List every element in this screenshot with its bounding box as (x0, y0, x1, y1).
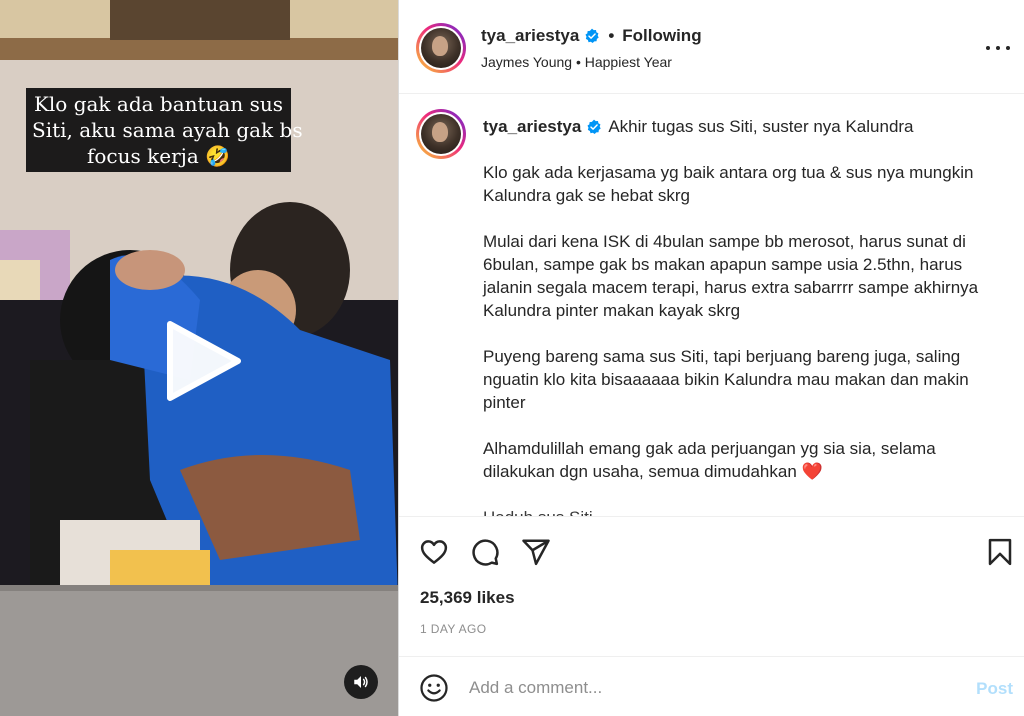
heart-emoji: ❤️ (801, 462, 823, 481)
post-media[interactable]: Klo gak ada bantuan sus Siti, aku sama a… (0, 0, 398, 716)
comment-input[interactable] (469, 673, 949, 703)
caption-username[interactable]: tya_ariestya (483, 117, 581, 137)
bookmark-icon[interactable] (985, 537, 1015, 567)
caption-body: Klo gak ada kerjasama yg baik antara org… (483, 161, 1003, 516)
post-details-panel: tya_ariestya • Following Jaymes Young • … (399, 0, 1024, 716)
speaker-icon[interactable] (344, 665, 378, 699)
overlay-caption-line: Klo gak ada bantuan sus (33, 92, 284, 116)
caption-and-comments[interactable]: tya_ariestya Akhir tugas sus Siti, suste… (399, 95, 1024, 516)
emoji-icon[interactable] (419, 673, 449, 703)
overlay-caption-line: focus kerja 🤣 (86, 144, 231, 168)
verified-badge-icon (585, 28, 599, 43)
post-header: tya_ariestya • Following Jaymes Young • … (399, 0, 1024, 94)
video-overlay-caption: Klo gak ada bantuan sus Siti, aku sama a… (26, 88, 303, 172)
caption-first-line: Akhir tugas sus Siti, suster nya Kalundr… (608, 117, 914, 136)
post-timestamp[interactable]: 1 DAY AGO (420, 622, 487, 636)
heart-icon[interactable] (419, 537, 449, 567)
caption-paragraph-text: Alhamdulillah emang gak ada perjuangan y… (483, 439, 936, 481)
post-actions: 25,369 likes 1 DAY AGO (399, 516, 1024, 656)
caption-paragraph: Mulai dari kena ISK di 4bulan sampe bb m… (483, 232, 979, 320)
more-options-icon[interactable] (986, 38, 1010, 58)
header-separator: • (608, 26, 615, 45)
play-icon[interactable] (158, 318, 244, 404)
share-icon[interactable] (521, 537, 551, 567)
header-title-row: tya_ariestya • Following (481, 26, 702, 46)
profile-photo (421, 114, 461, 154)
header-username[interactable]: tya_ariestya (481, 26, 579, 46)
verified-badge-icon (587, 119, 601, 134)
caption-paragraph: Puyeng bareng sama sus Siti, tapi berjua… (483, 347, 969, 412)
profile-photo (421, 28, 461, 68)
avatar[interactable] (416, 109, 466, 159)
avatar[interactable] (416, 23, 466, 73)
caption-paragraph-last: Alhamdulillah emang gak ada perjuangan y… (483, 437, 1003, 483)
caption-partial-line: Haduh sus Siti... (483, 506, 1003, 516)
following-button[interactable]: Following (622, 26, 701, 46)
audio-track-link[interactable]: Jaymes Young • Happiest Year (481, 54, 672, 70)
overlay-caption-line: Siti, aku sama ayah gak bs (32, 118, 303, 142)
comment-icon[interactable] (470, 537, 500, 567)
add-comment-bar: Post (399, 656, 1024, 716)
post-comment-button[interactable]: Post (976, 679, 1013, 699)
likes-count[interactable]: 25,369 likes (420, 588, 515, 608)
caption-paragraph: Klo gak ada kerjasama yg baik antara org… (483, 163, 974, 205)
caption-header: tya_ariestya Akhir tugas sus Siti, suste… (483, 117, 914, 137)
